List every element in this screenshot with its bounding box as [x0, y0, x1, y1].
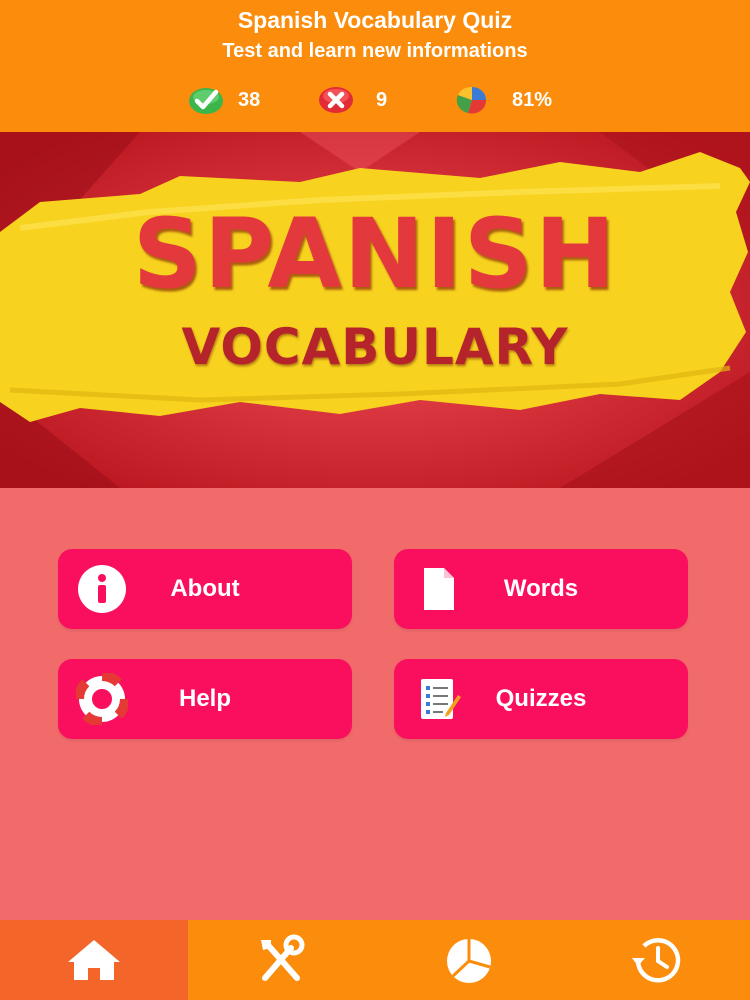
- words-button[interactable]: Words: [394, 549, 688, 629]
- history-icon: [632, 938, 681, 983]
- words-label: Words: [503, 575, 579, 602]
- banner-image: SPANISH VOCABULARY: [0, 132, 750, 488]
- pie-chart-icon: [456, 86, 487, 114]
- app-subtitle: Test and learn new informations: [222, 40, 528, 62]
- correct-count: 38: [238, 88, 261, 111]
- quizzes-button[interactable]: Quizzes: [394, 659, 688, 739]
- quizzes-label: Quizzes: [495, 685, 587, 712]
- wrong-count: 9: [376, 88, 388, 111]
- about-label: About: [170, 575, 240, 602]
- percent-value: 81%: [512, 88, 553, 111]
- about-button[interactable]: About: [58, 549, 352, 629]
- tab-settings[interactable]: [188, 920, 376, 1000]
- bottom-tab-bar: [0, 920, 750, 1000]
- app-title: Spanish Vocabulary Quiz: [237, 7, 513, 33]
- home-icon: [67, 940, 120, 980]
- stats-bar: 38 9 81%: [0, 82, 750, 118]
- banner-title: SPANISH: [132, 198, 618, 310]
- help-button[interactable]: Help: [58, 659, 352, 739]
- tab-history[interactable]: [563, 920, 750, 1000]
- pie-chart-icon: [446, 939, 491, 983]
- cross-icon: [319, 87, 353, 113]
- wrong-stat: 9: [318, 82, 387, 118]
- percent-stat: 81%: [454, 82, 552, 118]
- check-icon: [189, 88, 223, 114]
- help-label: Help: [178, 685, 231, 712]
- banner-background: [0, 132, 750, 488]
- tools-icon: [261, 934, 305, 981]
- tab-statistics[interactable]: [375, 920, 563, 1000]
- banner-subtitle: VOCABULARY: [181, 318, 569, 376]
- tab-home[interactable]: [0, 920, 188, 1000]
- header: Spanish Vocabulary Quiz Test and learn n…: [0, 0, 750, 132]
- correct-stat: 38: [188, 82, 260, 118]
